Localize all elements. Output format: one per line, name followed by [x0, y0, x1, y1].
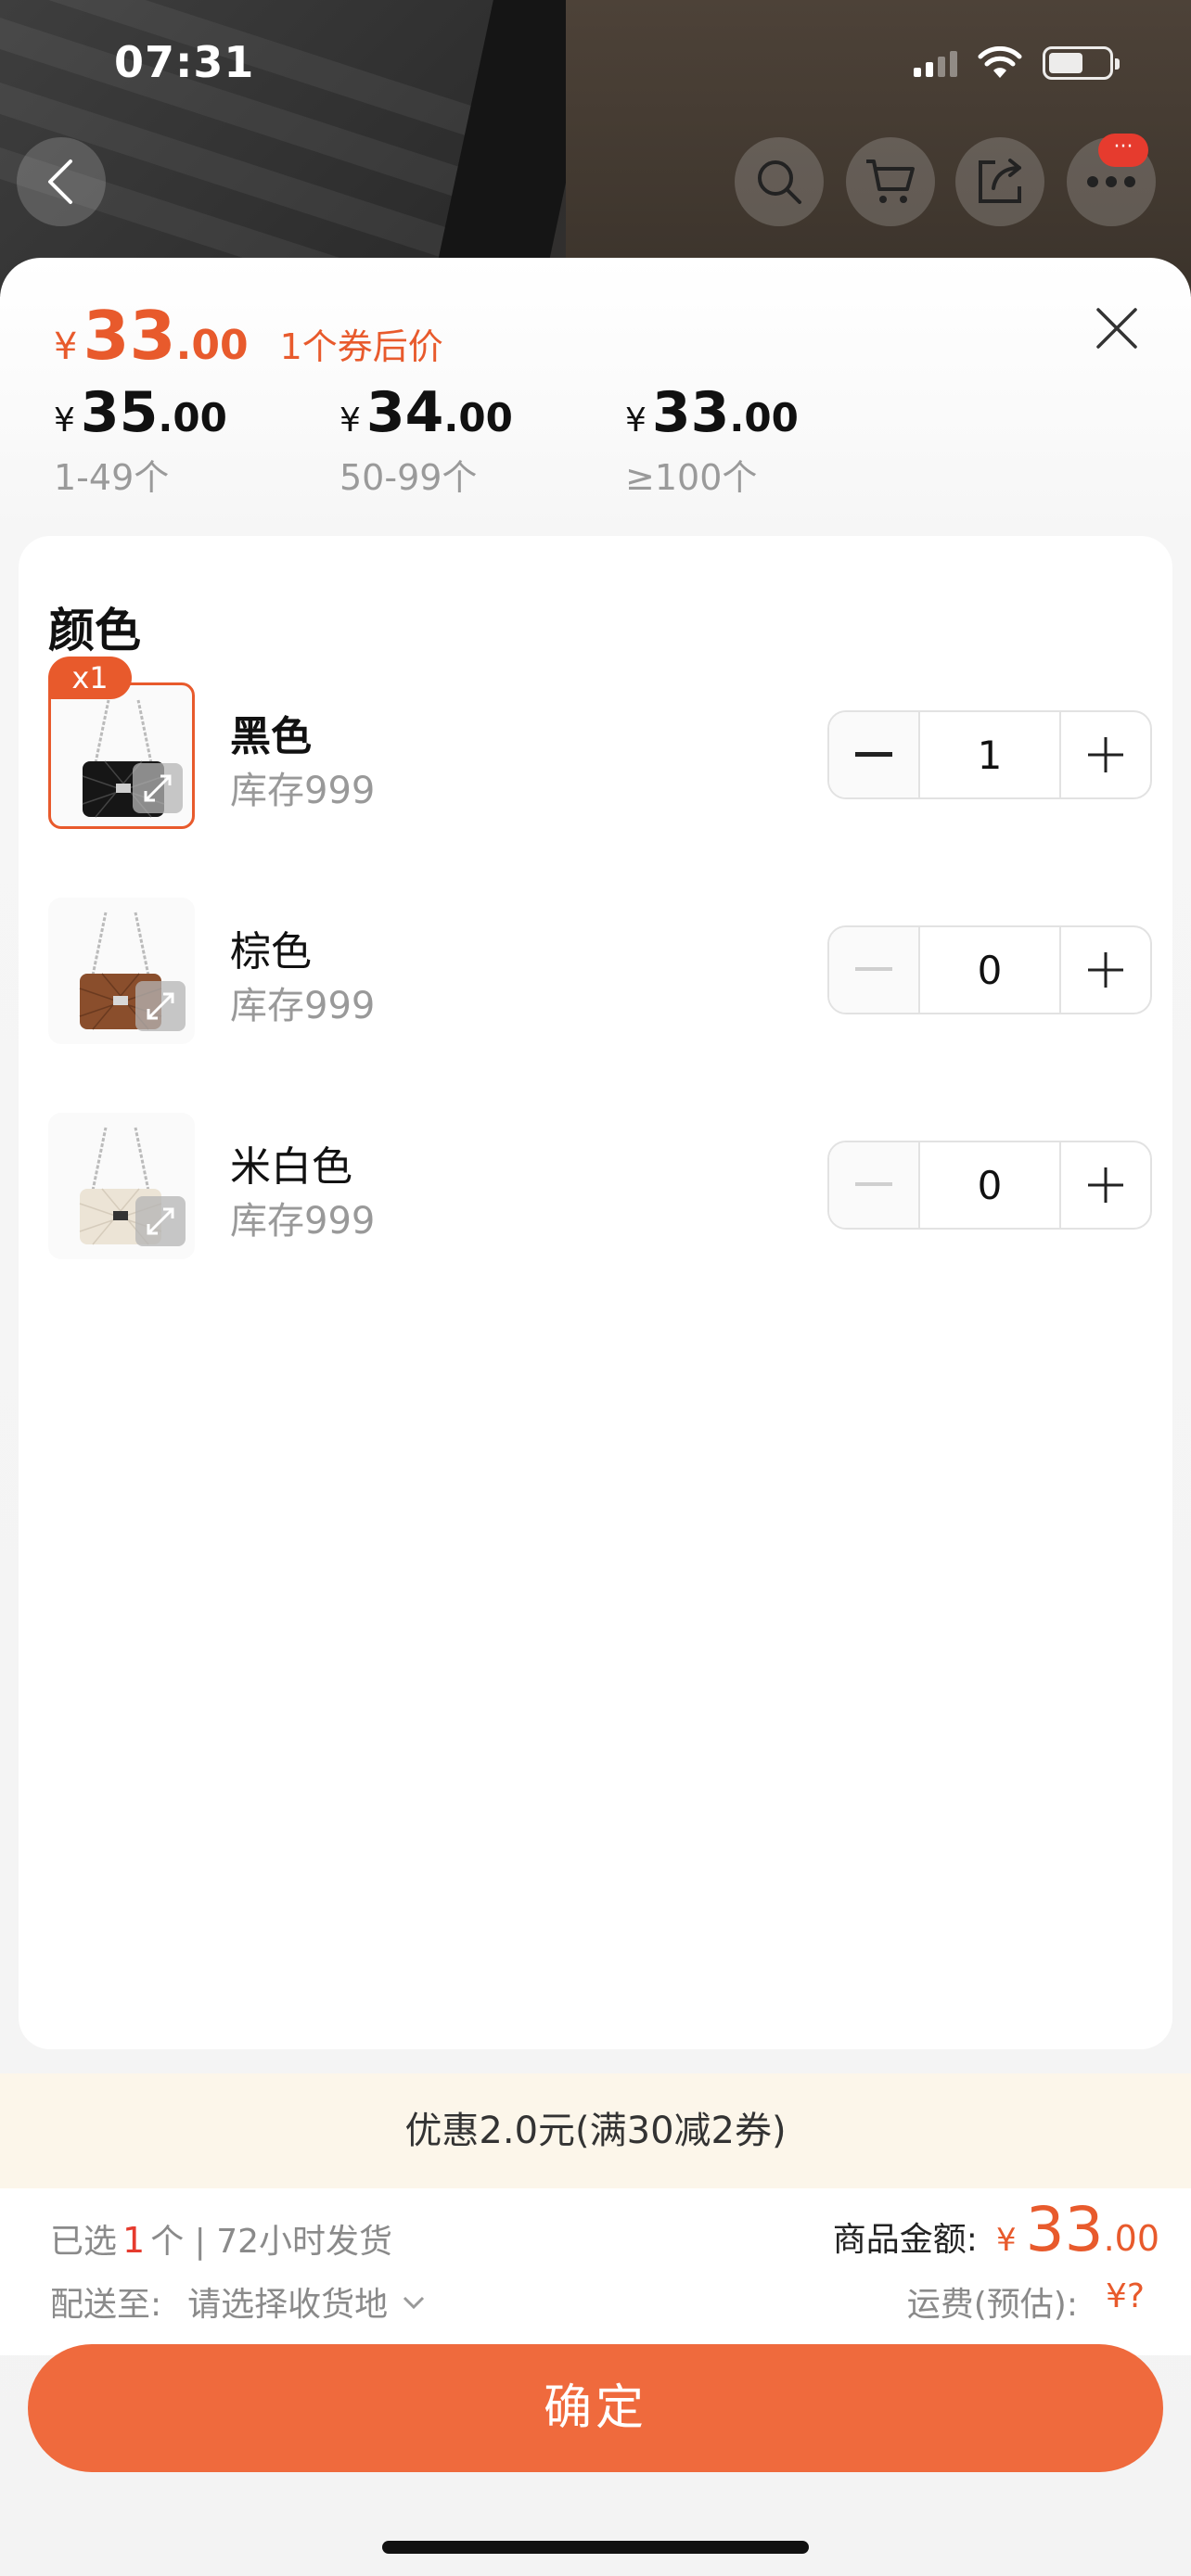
amount-decimal: .00 [1103, 2218, 1159, 2259]
decrease-button[interactable] [829, 1142, 918, 1228]
variant-stock: 库存999 [230, 770, 376, 812]
selected-qty-badge: x1 [48, 657, 132, 699]
variant-name: 米白色 [230, 1143, 352, 1191]
freight-label: 运费(预估): [906, 2286, 1078, 2324]
notification-badge: ··· [1098, 134, 1148, 167]
currency-symbol: ¥ [54, 402, 75, 440]
variant-thumbnail[interactable] [48, 1113, 195, 1259]
quantity-value[interactable]: 1 [918, 712, 1061, 797]
coupon-price: ¥ 33 .00 1个券后价 [54, 297, 443, 375]
increase-button[interactable] [1061, 1142, 1150, 1228]
tier-range: ≥100个 [625, 457, 758, 498]
decrease-button[interactable] [829, 927, 918, 1013]
tier-price-decimal: .00 [443, 395, 513, 440]
selected-suffix: 个 | 72小时发货 [150, 2223, 393, 2261]
tier-price-decimal: .00 [729, 395, 799, 440]
selected-info: 已选 1 个 | 72小时发货 [50, 2214, 392, 2263]
currency-symbol: ¥ [54, 325, 78, 368]
variant-stock: 库存999 [230, 1200, 376, 1243]
wifi-icon [978, 46, 1022, 78]
variant-card: 颜色 x1 黑色 库存999 1 棕色 库存999 0 米白色 库存999 0 [19, 536, 1172, 2049]
amount-integer: 33 [1025, 2194, 1104, 2265]
cellular-signal-icon [914, 49, 957, 77]
variant-row[interactable]: 棕色 库存999 0 [48, 898, 1152, 1046]
confirm-button[interactable]: 确定 [28, 2344, 1163, 2472]
tier-range: 1-49个 [54, 457, 170, 498]
status-icons [914, 46, 1120, 80]
close-icon[interactable] [1093, 304, 1141, 352]
goods-amount: 商品金额: ¥ 33 .00 [833, 2194, 1159, 2265]
variant-name: 棕色 [230, 928, 312, 976]
status-time: 07:31 [114, 37, 255, 87]
quantity-stepper: 0 [827, 925, 1152, 1014]
more-icon [1087, 176, 1135, 187]
variant-row[interactable]: x1 黑色 库存999 1 [48, 657, 1152, 831]
home-indicator [382, 2541, 809, 2554]
chevron-left-icon [48, 159, 72, 204]
quantity-value[interactable]: 0 [918, 1142, 1061, 1228]
quantity-value[interactable]: 0 [918, 927, 1061, 1013]
tier-price-integer: 35 [80, 380, 159, 445]
variant-name: 黑色 [230, 713, 312, 760]
battery-icon [1043, 46, 1120, 80]
tier-prices: ¥35.00 1-49个 ¥34.00 50-99个 ¥33.00 ≥100个 [54, 380, 911, 500]
expand-icon[interactable] [133, 763, 183, 813]
cart-icon [866, 159, 915, 203]
selected-prefix: 已选 [50, 2223, 118, 2261]
coupon-price-label: 1个券后价 [279, 326, 443, 367]
plus-icon [1088, 1167, 1123, 1203]
plus-icon [1088, 952, 1123, 988]
variant-thumbnail[interactable] [48, 682, 195, 829]
price-integer: 33 [83, 297, 176, 375]
more-button[interactable]: ··· [1067, 134, 1156, 226]
quantity-stepper: 1 [827, 710, 1152, 799]
minus-icon [855, 967, 892, 971]
back-button[interactable] [17, 137, 106, 226]
freight-value: ¥? [1105, 2277, 1145, 2315]
plus-icon [1088, 737, 1123, 772]
screen: 07:31 ··· ¥ 33 .00 1个券后价 ¥ 35 .00 1-49个 … [0, 0, 1191, 2576]
tier-range: 50-99个 [339, 457, 478, 498]
tier-price-integer: 34 [365, 380, 444, 445]
status-bar: 07:31 [0, 0, 1191, 130]
ship-to-value: 请选择收货地 [187, 2286, 389, 2324]
increase-button[interactable] [1061, 712, 1150, 797]
share-button[interactable] [955, 137, 1044, 226]
variant-thumbnail[interactable] [48, 898, 195, 1044]
promo-banner: 优惠2.0元(满30减2券) [0, 2073, 1191, 2188]
price-decimal: .00 [175, 322, 249, 369]
tier-price: ¥35.00 1-49个 [54, 380, 339, 500]
selected-count: 1 [122, 2220, 146, 2261]
share-icon [979, 159, 1021, 203]
freight-estimate: 运费(预估): ¥? [907, 2277, 1145, 2326]
currency-symbol: ¥ [625, 402, 647, 440]
minus-icon [855, 752, 892, 757]
tier-price: ¥34.00 50-99个 [339, 380, 625, 500]
search-icon [758, 160, 801, 204]
currency-symbol: ¥ [995, 2222, 1017, 2259]
quantity-stepper: 0 [827, 1141, 1152, 1230]
chevron-down-icon [403, 2296, 425, 2310]
minus-icon [855, 1182, 892, 1186]
cart-button[interactable] [846, 137, 935, 226]
ship-to-selector[interactable]: 配送至: 请选择收货地 [50, 2277, 430, 2326]
tier-price-decimal: .00 [158, 395, 227, 440]
expand-icon[interactable] [135, 981, 186, 1031]
increase-button[interactable] [1061, 927, 1150, 1013]
section-title: 颜色 [48, 604, 141, 657]
decrease-button[interactable] [829, 712, 918, 797]
tier-price: ¥33.00 ≥100个 [625, 380, 911, 500]
expand-icon[interactable] [135, 1196, 186, 1246]
order-summary: 已选 1 个 | 72小时发货 配送至: 请选择收货地 商品金额: ¥ 33 .00… [0, 2188, 1191, 2355]
search-button[interactable] [735, 137, 824, 226]
tier-price-integer: 33 [651, 380, 730, 445]
ship-to-label: 配送至: [50, 2286, 162, 2324]
variant-row[interactable]: 米白色 库存999 0 [48, 1113, 1152, 1261]
amount-label: 商品金额: [832, 2221, 978, 2259]
currency-symbol: ¥ [339, 402, 361, 440]
variant-stock: 库存999 [230, 985, 376, 1027]
